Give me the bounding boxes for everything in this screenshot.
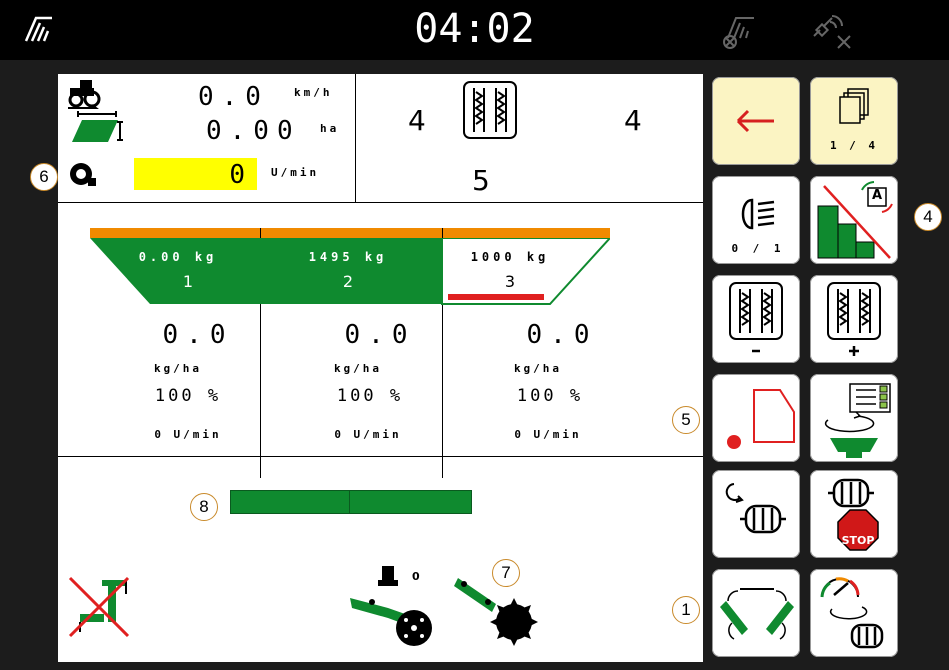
hopper-1-rate-unit: kg/ha <box>153 362 203 375</box>
hopper-3-rate-unit: kg/ha <box>513 362 563 375</box>
track-right-count: 4 <box>624 104 642 137</box>
track-marker-disabled-icon <box>68 576 130 638</box>
headlight-button[interactable]: 0 / 1 <box>712 176 800 264</box>
hopper-open-icon <box>720 588 794 640</box>
tramline-plus-icon <box>827 282 881 356</box>
main-panel: 0.0 km/h 0.0 0 ha 0 U/min 4 4 5 0.00 kg 1 <box>58 74 703 662</box>
page-indicator: 1 / 4 <box>829 139 879 152</box>
calibration-button[interactable] <box>810 374 898 462</box>
hopper-1-rpm: 0 U/min <box>154 428 222 441</box>
hopper-1-weight: 0.00 kg <box>138 250 218 264</box>
section-control-auto-button[interactable]: A <box>810 176 898 264</box>
metering-stop-button[interactable]: STOP <box>810 470 898 558</box>
metering-unit-calibration-button[interactable] <box>712 470 800 558</box>
tramline-icon <box>463 81 517 139</box>
callout-6: 6 <box>30 163 58 191</box>
hopper-lid-button[interactable] <box>712 569 800 657</box>
pages-icon <box>839 88 869 124</box>
track-current: 5 <box>472 164 490 197</box>
speed-unit: km/h <box>294 86 333 99</box>
callout-7: 7 <box>492 559 520 587</box>
hopper-2-number: 2 <box>342 272 354 291</box>
hopper-2-weight: 1495 kg <box>308 250 388 264</box>
hopper-3-rate: 0.0 <box>526 320 598 350</box>
fan-speed-unit: U/min <box>271 166 320 179</box>
top-status-bar: 04:02 <box>0 0 949 60</box>
work-light-icon <box>741 198 775 230</box>
gps-disconnected-icon <box>813 15 851 49</box>
marker-counter: 0 <box>412 570 420 583</box>
headland-field-button[interactable] <box>712 374 800 462</box>
hopper-1-number: 1 <box>182 272 194 291</box>
hopper-2-rate-unit: kg/ha <box>333 362 383 375</box>
page-switch-button[interactable]: 1 / 4 <box>810 77 898 165</box>
coulter-implement-icon <box>350 566 432 646</box>
hopper-1-rate: 0.0 <box>162 320 234 350</box>
hopper-3-rpm: 0 U/min <box>514 428 582 441</box>
speedometer-metering-icon <box>820 577 884 649</box>
callout-5: 5 <box>672 406 700 434</box>
hopper-2-percent: 100 % <box>336 386 404 406</box>
hopper-3-weight: 1000 kg <box>470 250 550 264</box>
arrow-left-icon <box>736 109 774 133</box>
callout-4: 4 <box>914 203 942 231</box>
auto-badge: A <box>871 188 883 203</box>
speed-metering-button[interactable] <box>810 569 898 657</box>
section-width-bar <box>230 490 472 514</box>
area-unit: ha <box>320 122 340 135</box>
callout-8: 8 <box>190 493 218 521</box>
hopper-3-number: 3 <box>504 272 516 291</box>
headlight-toggle-state: 0 / 1 <box>731 242 785 255</box>
calibration-icon <box>824 383 891 458</box>
fan-speed-field[interactable]: 0 <box>134 158 257 190</box>
track-left-count: 4 <box>408 104 426 137</box>
stop-label: STOP <box>841 534 875 547</box>
hopper-2-rate: 0.0 <box>344 320 416 350</box>
tramline-decrease-button[interactable] <box>712 275 800 363</box>
clock: 04:02 <box>414 6 535 52</box>
tramline-increase-button[interactable] <box>810 275 898 363</box>
callout-1: 1 <box>672 596 700 624</box>
hopper-1-percent: 100 % <box>154 386 222 406</box>
hopper-fill-bar <box>90 228 610 238</box>
fan-icon <box>70 163 96 186</box>
implement-disconnected-icon <box>723 17 754 49</box>
area-icon <box>72 111 123 142</box>
fan-speed-value: 0 <box>229 160 245 190</box>
back-button[interactable] <box>712 77 800 165</box>
tramline-minus-icon <box>729 282 783 353</box>
tractor-speed-icon <box>68 80 101 109</box>
hopper-3-percent: 100 % <box>516 386 584 406</box>
field-boundary-icon <box>727 389 795 449</box>
hopper-2-rpm: 0 U/min <box>334 428 402 441</box>
metering-wheel-rotate-icon <box>725 483 786 534</box>
